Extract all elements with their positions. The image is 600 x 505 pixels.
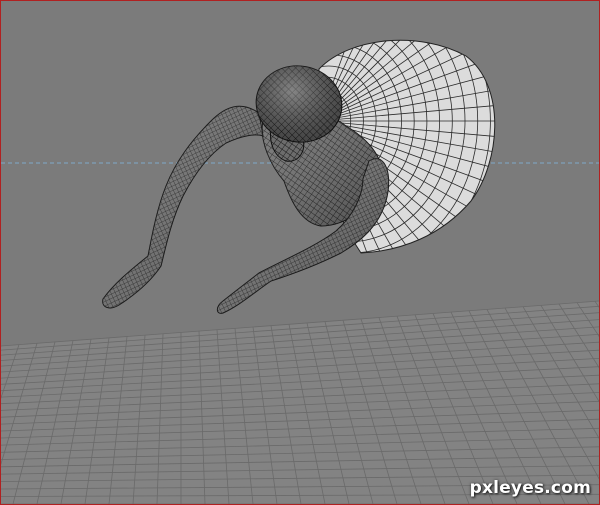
3d-viewport[interactable]: pxleyes.com xyxy=(0,0,600,505)
viewport-canvas[interactable] xyxy=(1,1,599,504)
watermark-text: pxleyes.com xyxy=(469,478,591,498)
